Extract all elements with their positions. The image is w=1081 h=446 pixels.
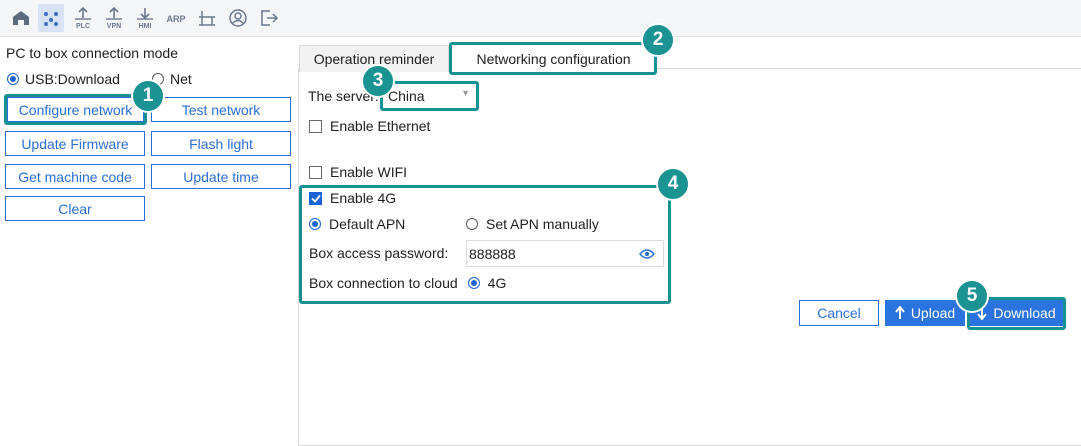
enable-4g-checkbox[interactable]: Enable 4G: [309, 190, 396, 206]
update-firmware-button[interactable]: Update Firmware: [5, 131, 145, 156]
enable-4g-label: Enable 4G: [330, 190, 397, 206]
cloud-label: Box connection to cloud: [309, 275, 458, 291]
set-apn-manually-label: Set APN manually: [486, 216, 599, 232]
user-icon[interactable]: [225, 4, 251, 32]
eye-icon[interactable]: [639, 247, 655, 263]
arrow-up-icon: [895, 306, 905, 319]
upload-button[interactable]: Upload: [885, 300, 965, 326]
usb-download-radio[interactable]: USB:Download: [7, 71, 120, 87]
hmi-icon[interactable]: HMI: [132, 4, 158, 32]
callout-badge-4: 4: [656, 167, 690, 201]
device-icon[interactable]: [38, 4, 64, 32]
callout-badge-2: 2: [641, 23, 675, 57]
vpn-icon[interactable]: VPN: [101, 4, 127, 32]
net-label: Net: [170, 71, 192, 87]
download-label: Download: [993, 305, 1056, 321]
password-input[interactable]: 888888: [466, 240, 664, 267]
clear-button[interactable]: Clear: [5, 196, 145, 221]
usb-download-label: USB:Download: [25, 71, 120, 87]
chevron-down-icon: ▼: [461, 88, 470, 98]
radio-selected-icon: [309, 218, 321, 230]
cloud-option-label: 4G: [487, 275, 507, 291]
toolbar: PLC VPN HMI ARP: [0, 0, 1081, 37]
configure-network-button[interactable]: Configure network: [7, 97, 144, 122]
radio-icon: [466, 218, 478, 230]
checkbox-checked-icon: [309, 191, 322, 205]
password-label-text: Box access password:: [309, 245, 449, 261]
connection-mode-title: PC to box connection mode: [6, 45, 178, 61]
update-time-button[interactable]: Update time: [151, 164, 291, 189]
arp-icon[interactable]: ARP: [163, 4, 189, 32]
upload-label: Upload: [910, 305, 956, 321]
server-select[interactable]: China ▼: [386, 84, 476, 108]
network-icon[interactable]: [194, 4, 220, 32]
default-apn-radio[interactable]: Default APN: [309, 216, 405, 232]
enable-ethernet-checkbox[interactable]: Enable Ethernet: [309, 118, 430, 134]
svg-text:VPN: VPN: [107, 23, 121, 30]
svg-text:ARP: ARP: [166, 14, 185, 24]
password-label: Box access password:: [309, 245, 448, 261]
radio-selected-icon: [7, 73, 19, 85]
enable-ethernet-label: Enable Ethernet: [330, 118, 431, 134]
callout-badge-1: 1: [131, 79, 165, 113]
logout-icon[interactable]: [256, 4, 282, 32]
get-machine-code-button[interactable]: Get machine code: [5, 164, 145, 189]
callout-badge-3: 3: [361, 64, 395, 98]
default-apn-label: Default APN: [329, 216, 406, 232]
svg-text:HMI: HMI: [139, 23, 152, 30]
checkbox-icon: [309, 165, 322, 179]
cloud-connection-row: Box connection to cloud 4G: [309, 275, 506, 291]
callout-badge-5: 5: [955, 279, 989, 313]
cancel-button[interactable]: Cancel: [799, 300, 879, 326]
flash-light-button[interactable]: Flash light: [151, 131, 291, 156]
password-value: 888888: [469, 245, 516, 262]
radio-selected-icon[interactable]: [467, 277, 480, 289]
home-icon[interactable]: [8, 4, 34, 32]
test-network-button[interactable]: Test network: [151, 97, 291, 122]
server-value: China: [388, 88, 425, 104]
svg-text:PLC: PLC: [76, 23, 90, 30]
plc-icon[interactable]: PLC: [70, 4, 96, 32]
enable-wifi-checkbox[interactable]: Enable WIFI: [309, 164, 407, 180]
set-apn-manually-radio[interactable]: Set APN manually: [466, 216, 599, 232]
tab-networking-configuration[interactable]: Networking configuration: [451, 45, 656, 72]
enable-wifi-label: Enable WIFI: [330, 164, 408, 180]
checkbox-icon: [309, 119, 322, 133]
